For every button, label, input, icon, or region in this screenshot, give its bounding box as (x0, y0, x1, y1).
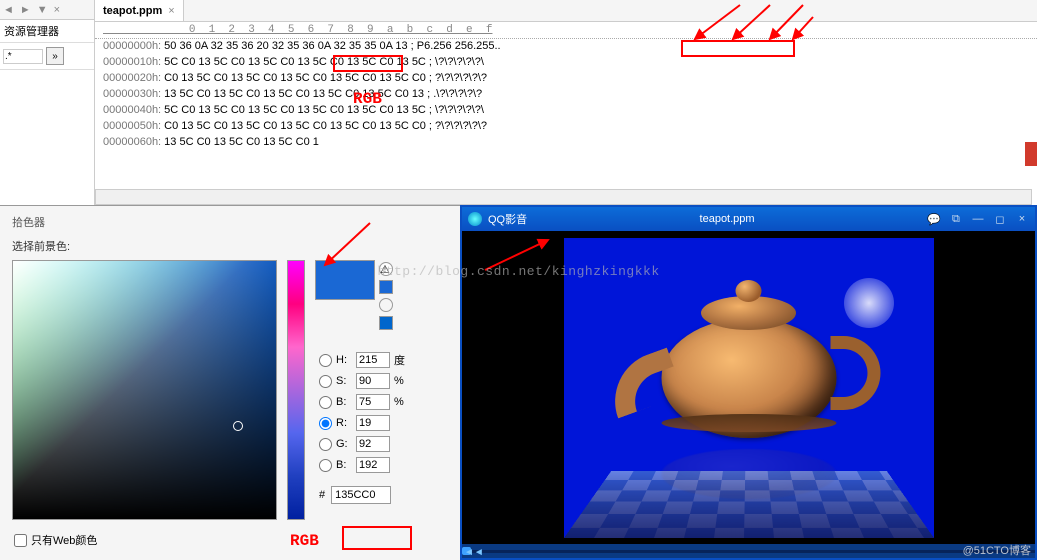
radio-h[interactable] (319, 354, 332, 367)
player-logo-icon (468, 212, 482, 226)
filter-go-button[interactable]: » (46, 47, 64, 65)
label-bv: B: (336, 396, 352, 408)
player-filename: teapot.ppm (700, 213, 755, 225)
swatch-websafe[interactable] (379, 316, 393, 330)
tab-close-icon[interactable]: × (51, 4, 63, 16)
input-bv[interactable] (356, 394, 390, 410)
rewind-icon[interactable]: ◄◄ (464, 547, 484, 558)
picinpic-icon[interactable]: ⧉ (949, 213, 963, 226)
close-icon[interactable]: × (168, 5, 174, 17)
annotation-box-hex (342, 526, 412, 550)
radio-b[interactable] (319, 459, 332, 472)
input-hex[interactable] (331, 486, 391, 504)
h-scrollbar[interactable] (95, 189, 1032, 205)
side-close-tab[interactable] (1025, 142, 1037, 166)
label-b: B: (336, 459, 352, 471)
file-tab[interactable]: teapot.ppm × (95, 0, 184, 21)
tab-label: teapot.ppm (103, 5, 162, 17)
input-r[interactable] (356, 415, 390, 431)
label-hex: # (319, 489, 325, 501)
hue-slider[interactable] (287, 260, 305, 520)
tab-next-icon[interactable]: ► (17, 4, 34, 16)
input-g[interactable] (356, 436, 390, 452)
explorer-panel: ◄ ► ▼ × 资源管理器 » (0, 0, 95, 205)
picker-subtitle: 选择前景色: (12, 238, 448, 254)
watermark-text: http://blog.csdn.net/kinghzkingkkk (377, 264, 659, 279)
rendered-image (564, 238, 934, 538)
annotation-rgb: RGB (353, 90, 382, 108)
picker-title: 拾色器 (12, 214, 448, 230)
hex-editor: teapot.ppm × 0 1 2 3 4 5 6 7 8 9 a b c d… (95, 0, 1037, 205)
label-g: G: (336, 438, 352, 450)
annotation-rgb-2: RGB (290, 532, 319, 550)
swatch-old-small[interactable] (379, 280, 393, 294)
minimize-icon[interactable]: — (971, 213, 985, 225)
websafe-icon (379, 298, 393, 312)
chat-icon[interactable]: 💬 (927, 213, 941, 226)
hex-column-header: 0 1 2 3 4 5 6 7 8 9 a b c d e f (95, 22, 1037, 39)
hex-dump[interactable]: 00000000h: 50 36 0A 32 35 36 20 32 35 36… (95, 39, 1037, 151)
radio-g[interactable] (319, 438, 332, 451)
unit-h: 度 (394, 352, 405, 368)
media-player-window: QQ影音 teapot.ppm 💬 ⧉ — ◻ × (460, 205, 1037, 560)
label-s: S: (336, 375, 352, 387)
close-icon[interactable]: × (1015, 213, 1029, 225)
input-h[interactable] (356, 352, 390, 368)
color-field[interactable] (12, 260, 277, 520)
explorer-title: 资源管理器 (0, 20, 94, 43)
input-s[interactable] (356, 373, 390, 389)
radio-r[interactable] (319, 417, 332, 430)
picker-marker-icon[interactable] (233, 421, 243, 431)
seek-bar[interactable]: ◄◄ (462, 544, 1035, 558)
swatch-new[interactable] (315, 260, 375, 300)
tab-prev-icon[interactable]: ◄ (0, 4, 17, 16)
credit-text: @51CTO博客 (963, 542, 1031, 558)
maximize-icon[interactable]: ◻ (993, 213, 1007, 226)
radio-s[interactable] (319, 375, 332, 388)
web-only-label: 只有Web颜色 (31, 532, 97, 548)
radio-bv[interactable] (319, 396, 332, 409)
color-picker-dialog: 拾色器 选择前景色: ⚠ (0, 205, 460, 560)
web-only-checkbox[interactable] (14, 534, 27, 547)
label-r: R: (336, 417, 352, 429)
input-b[interactable] (356, 457, 390, 473)
filter-input[interactable] (3, 49, 43, 64)
tab-drop-icon[interactable]: ▼ (34, 4, 51, 16)
unit-s: % (394, 375, 404, 387)
label-h: H: (336, 354, 352, 366)
unit-bv: % (394, 396, 404, 408)
player-brand: QQ影音 (488, 211, 527, 227)
